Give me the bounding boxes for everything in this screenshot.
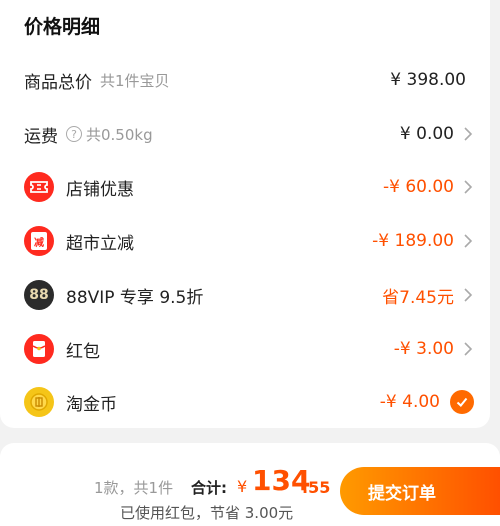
shipping-label: 运费 [24, 126, 58, 147]
page-title: 价格明细 [24, 16, 101, 38]
red-packet-row[interactable]: 红包 -¥ 3.00 [0, 329, 490, 369]
red-packet-label: 红包 [66, 341, 100, 362]
chevron-right-icon [464, 342, 473, 356]
gold-coin-icon [24, 387, 54, 417]
shipping-weight: 共0.50kg [86, 125, 153, 144]
gold-coin-label: 淘金币 [66, 394, 117, 415]
checkout-bar: 1款，共1件 合计: ¥ 134 .55 已使用红包，节省 3.00元 提交订单 [0, 443, 500, 526]
item-count: 1款，共1件 [94, 479, 174, 497]
vip-discount-value: 省7.45元 [382, 287, 454, 308]
shipping-row[interactable]: 运费 ? 共0.50kg ¥ 0.00 [0, 114, 490, 154]
total-amount-decimal: .55 [302, 478, 331, 497]
shop-discount-value: -¥ 60.00 [382, 177, 454, 197]
88vip-icon: 88 [24, 280, 54, 310]
shipping-value: ¥ 0.00 [399, 124, 454, 144]
supermarket-discount-label: 超市立减 [66, 233, 134, 254]
goods-total-value: ¥ 398.00 [390, 70, 466, 90]
supermarket-discount-row[interactable]: 减 超市立减 -¥ 189.00 [0, 221, 490, 261]
total-label: 合计: [191, 479, 227, 497]
red-packet-value: -¥ 3.00 [393, 339, 454, 359]
help-icon[interactable]: ? [66, 126, 82, 142]
submit-order-button[interactable]: 提交订单 [340, 467, 500, 515]
goods-total-row: 商品总价 共1件宝贝 ¥ 398.00 [0, 60, 490, 100]
shop-discount-row[interactable]: 店铺优惠 -¥ 60.00 [0, 167, 490, 207]
goods-total-label: 商品总价 [24, 72, 92, 93]
red-envelope-minus-icon: 减 [24, 226, 54, 256]
chevron-right-icon [464, 180, 473, 194]
vip-discount-row[interactable]: 88 88VIP 专享 9.5折 省7.45元 [0, 275, 490, 315]
chevron-right-icon [464, 127, 473, 141]
gold-coin-value: -¥ 4.00 [379, 392, 440, 412]
chevron-right-icon [464, 288, 473, 302]
price-detail-card: 价格明细 商品总价 共1件宝贝 ¥ 398.00 运费 ? 共0.50kg ¥ … [0, 0, 490, 428]
checkmark-icon[interactable] [450, 390, 474, 414]
goods-count: 共1件宝贝 [100, 71, 170, 90]
gold-coin-row[interactable]: 淘金币 -¥ 4.00 [0, 382, 490, 422]
savings-note: 已使用红包，节省 3.00元 [120, 504, 294, 522]
supermarket-discount-value: -¥ 189.00 [372, 231, 454, 251]
shop-discount-label: 店铺优惠 [66, 179, 134, 200]
chevron-right-icon [464, 234, 473, 248]
currency-symbol: ¥ [237, 477, 248, 496]
red-packet-icon [24, 334, 54, 364]
vip-discount-label: 88VIP 专享 9.5折 [66, 287, 204, 308]
ticket-icon [24, 172, 54, 202]
